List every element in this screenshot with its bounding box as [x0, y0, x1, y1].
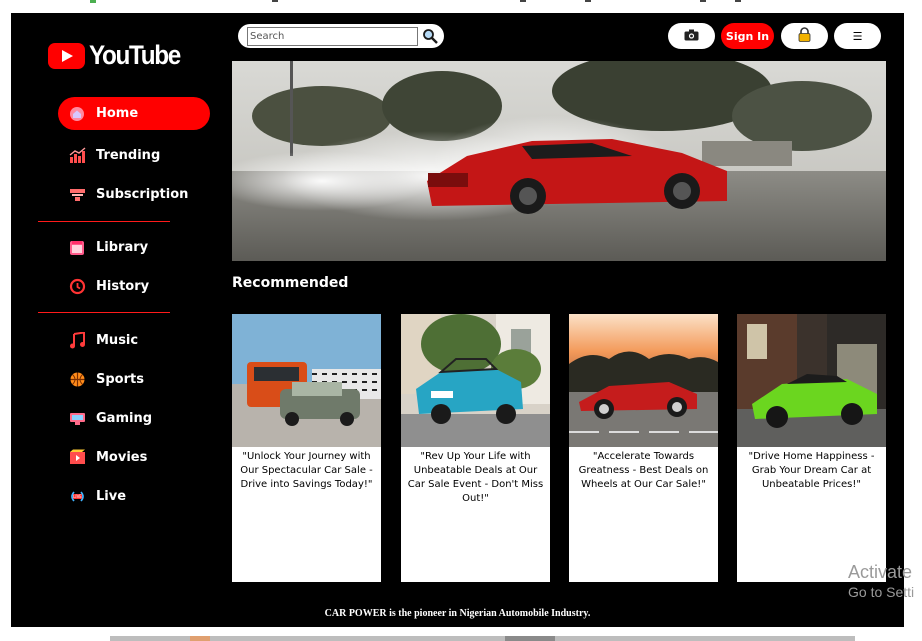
video-card[interactable]: "Rev Up Your Life with Unbeatable Deals … [401, 314, 550, 582]
sign-in-button[interactable]: Sign In [721, 23, 774, 49]
subscription-icon [68, 186, 86, 204]
windows-activation-watermark: Activate Go to Setti [848, 562, 914, 600]
video-thumbnail[interactable] [569, 314, 718, 447]
brand-name: YouTube [89, 40, 181, 70]
hamburger-menu-icon: ☰ [852, 29, 863, 43]
sidebar-item-subscription[interactable]: Subscription [58, 178, 210, 211]
video-thumbnail[interactable] [401, 314, 550, 447]
movies-icon [68, 449, 86, 467]
svg-text:LIVE: LIVE [73, 494, 82, 499]
sports-icon [68, 371, 86, 389]
youtube-logo[interactable]: YouTube [48, 40, 190, 71]
sidebar-item-label: Live [96, 489, 127, 504]
sidebar-item-trending[interactable]: Trending [58, 139, 210, 172]
sidebar-item-movies[interactable]: Movies [58, 441, 210, 474]
browser-top-strip [0, 0, 922, 12]
live-icon: LIVE [68, 488, 86, 506]
video-caption[interactable]: "Rev Up Your Life with Unbeatable Deals … [401, 447, 550, 506]
video-thumbnail[interactable] [232, 314, 381, 447]
sidebar-item-label: Sports [96, 372, 144, 387]
sidebar-item-label: Gaming [96, 411, 153, 426]
lock-button[interactable] [781, 23, 828, 49]
taskbar-strip [0, 631, 922, 641]
sidebar-item-label: Movies [96, 450, 148, 465]
sidebar-item-gaming[interactable]: Gaming [58, 402, 210, 435]
sidebar-item-label: Subscription [96, 187, 189, 202]
section-title: Recommended [232, 275, 349, 291]
home-icon [68, 105, 86, 123]
sidebar-item-label: Library [96, 240, 149, 255]
music-icon [68, 332, 86, 350]
sidebar-item-label: Music [96, 333, 139, 348]
sidebar-item-music[interactable]: Music [58, 324, 210, 357]
watermark-line1: Activate [848, 562, 913, 582]
hero-banner-image [232, 61, 886, 261]
video-caption[interactable]: "Drive Home Happiness - Grab Your Dream … [737, 447, 886, 492]
sidebar-item-live[interactable]: LIVE Live [58, 480, 210, 513]
play-logo-icon [48, 42, 85, 69]
sidebar-divider [38, 221, 170, 222]
history-icon [68, 278, 86, 296]
camera-icon [684, 29, 699, 44]
trending-icon [68, 147, 86, 165]
sidebar-item-label: History [96, 279, 150, 294]
sidebar-item-label: Home [96, 106, 139, 121]
camera-button[interactable] [668, 23, 715, 49]
video-card[interactable]: "Drive Home Happiness - Grab Your Dream … [737, 314, 886, 582]
video-caption[interactable]: "Accelerate Towards Greatness - Best Dea… [569, 447, 718, 492]
video-caption[interactable]: "Unlock Your Journey with Our Spectacula… [232, 447, 381, 492]
watermark-line2: Go to Setti [848, 584, 915, 600]
menu-button[interactable]: ☰ [834, 23, 881, 49]
sidebar-item-sports[interactable]: Sports [58, 363, 210, 396]
sidebar-item-home[interactable]: Home [58, 97, 210, 130]
search-input[interactable] [247, 27, 418, 46]
sidebar-divider [38, 312, 170, 313]
sidebar-item-history[interactable]: History [58, 270, 210, 303]
video-card[interactable]: "Unlock Your Journey with Our Spectacula… [232, 314, 381, 582]
lock-icon [798, 27, 811, 45]
sidebar-item-label: Trending [96, 148, 161, 163]
sidebar-item-library[interactable]: Library [58, 231, 210, 264]
library-icon [68, 239, 86, 257]
video-card[interactable]: "Accelerate Towards Greatness - Best Dea… [569, 314, 718, 582]
search-bar [238, 24, 444, 48]
footer-text: CAR POWER is the pioneer in Nigerian Aut… [324, 608, 591, 619]
gaming-icon [68, 410, 86, 428]
page-frame: YouTube Home Trending Subscription Libra… [11, 13, 904, 627]
video-thumbnail[interactable] [737, 314, 886, 447]
search-icon[interactable] [422, 28, 438, 44]
